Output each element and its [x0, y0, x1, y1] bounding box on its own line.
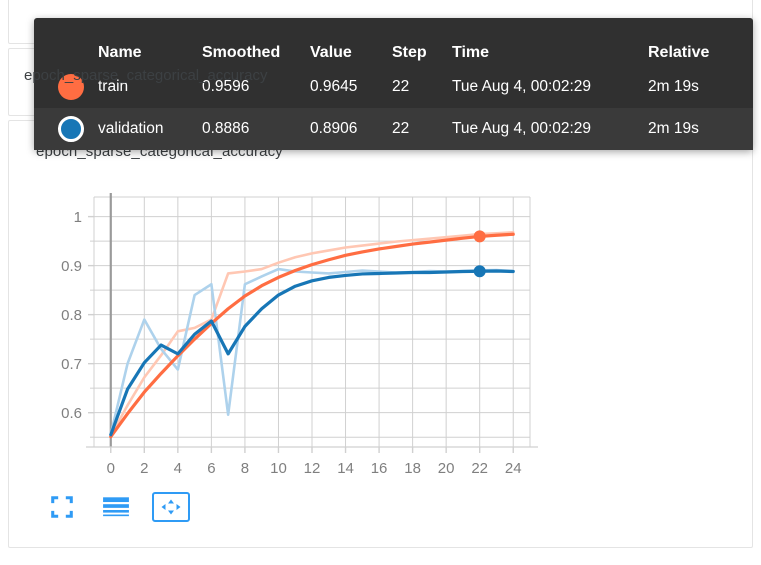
- svg-text:1: 1: [74, 209, 82, 226]
- svg-text:24: 24: [505, 460, 522, 477]
- svg-text:0.9: 0.9: [61, 258, 82, 275]
- svg-text:16: 16: [371, 460, 388, 477]
- chart-hover-tooltip: Name Smoothed Value Step Time Relative t…: [34, 18, 753, 150]
- tooltip-col-smoothed: Smoothed: [202, 44, 281, 61]
- pan-icon[interactable]: [152, 492, 190, 522]
- tooltip-row-name: train: [98, 78, 129, 95]
- tooltip-row-smoothed: 0.8886: [202, 108, 310, 150]
- scalar-chart-plot[interactable]: 0.6 0.7 0.8 0.9 1 0 2 4 6 8 10 12 14 16 18 20 22 24: [36, 175, 556, 485]
- chart-y-axis-labels: 0.6 0.7 0.8 0.9 1: [61, 209, 94, 438]
- svg-text:8: 8: [241, 460, 249, 477]
- svg-text:0.7: 0.7: [61, 356, 82, 373]
- series-marker-validation-icon: [58, 116, 84, 142]
- svg-text:14: 14: [337, 460, 354, 477]
- tooltip-col-relative: Relative: [648, 44, 710, 61]
- svg-text:20: 20: [438, 460, 455, 477]
- table-row: validation 0.8886 0.8906 22 Tue Aug 4, 0…: [34, 108, 753, 150]
- tooltip-row-time: Tue Aug 4, 00:02:29: [452, 78, 592, 95]
- table-row: train 0.9596 0.9645 22 Tue Aug 4, 00:02:…: [34, 66, 753, 108]
- svg-text:2: 2: [140, 460, 148, 477]
- tooltip-col-value: Value: [310, 44, 352, 61]
- svg-text:4: 4: [174, 460, 182, 477]
- tooltip-row-time: Tue Aug 4, 00:02:29: [452, 108, 648, 150]
- svg-text:12: 12: [304, 460, 321, 477]
- fullscreen-icon[interactable]: [44, 490, 80, 524]
- chart-toolbar-bottom: [44, 490, 190, 524]
- svg-text:6: 6: [207, 460, 215, 477]
- tooltip-row-relative: 2m 19s: [648, 78, 699, 95]
- tooltip-header-row: Name Smoothed Value Step Time Relative: [34, 18, 753, 66]
- svg-text:18: 18: [404, 460, 421, 477]
- tooltip-row-marker: [34, 66, 98, 108]
- series-marker-train-icon: [58, 74, 84, 100]
- tooltip-row-step: 22: [392, 78, 410, 95]
- tooltip-table: Name Smoothed Value Step Time Relative t…: [34, 18, 753, 150]
- tooltip-row-name: validation: [98, 108, 202, 150]
- pan-icon-glyph: [161, 499, 181, 515]
- tooltip-row-smoothed: 0.9596: [202, 78, 250, 95]
- tooltip-row-marker: [34, 108, 98, 150]
- tooltip-row-relative: 2m 19s: [648, 108, 753, 150]
- tooltip-col-name: Name: [98, 44, 142, 61]
- tooltip-col-time: Time: [452, 44, 490, 61]
- tooltip-col-marker: [34, 18, 98, 66]
- chart-x-axis-labels: 0 2 4 6 8 10 12 14 16 18 20 22 24: [86, 446, 538, 477]
- svg-text:0.6: 0.6: [61, 405, 82, 422]
- svg-text:10: 10: [270, 460, 287, 477]
- svg-text:0: 0: [107, 460, 115, 477]
- tooltip-header: Name Smoothed Value Step Time Relative: [34, 18, 753, 66]
- tooltip-body: train 0.9596 0.9645 22 Tue Aug 4, 00:02:…: [34, 66, 753, 150]
- svg-text:22: 22: [471, 460, 488, 477]
- data-series-icon[interactable]: [98, 490, 134, 524]
- tooltip-row-step: 22: [392, 108, 452, 150]
- tensorboard-scalars-panel: epoch_sparse_categorical_accuracy epoch_…: [0, 0, 761, 565]
- tooltip-row-value: 0.9645: [310, 78, 358, 95]
- scalar-chart-svg[interactable]: 0.60.70.80.91 0 2 4 6 8 10 12 14 16 18 20 22 24: [36, 175, 556, 485]
- fullscreen-icon-glyph: [51, 496, 73, 518]
- tooltip-col-step: Step: [392, 44, 427, 61]
- tooltip-row-value: 0.8906: [310, 108, 392, 150]
- data-series-icon-glyph: [103, 497, 129, 517]
- svg-text:0.8: 0.8: [61, 307, 82, 324]
